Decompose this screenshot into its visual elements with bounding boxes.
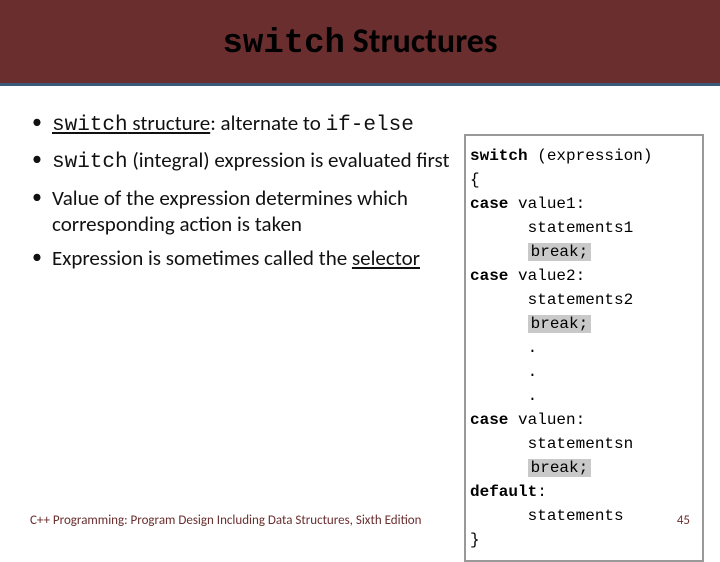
title-mono: switch	[223, 25, 345, 63]
bullet-text: structure	[128, 110, 211, 136]
code-box: switch (expression) { case value1: state…	[464, 134, 704, 562]
code-line: case value2:	[470, 264, 692, 288]
code-highlight: break;	[528, 243, 592, 261]
bullet-item: Value of the expression determines which…	[30, 185, 450, 238]
code-text: (expression)	[528, 147, 653, 165]
code-line: break;	[470, 240, 692, 264]
bullet-text: selector	[352, 245, 420, 271]
code-line: switch (expression)	[470, 144, 692, 168]
title-rest: Structures	[345, 21, 498, 62]
bullet-text: Value of the expression determines which…	[52, 185, 408, 237]
code-text: value2:	[508, 267, 585, 285]
code-keyword: case	[470, 267, 508, 285]
title-bar: switch Structures	[0, 0, 720, 86]
code-highlight: break;	[528, 459, 592, 477]
bullet-item: switch (integral) expression is evaluate…	[30, 147, 450, 176]
bullet-item: Expression is sometimes called the selec…	[30, 245, 450, 271]
code-line: statementsn	[470, 432, 692, 456]
code-line: {	[470, 168, 692, 192]
bullet-text: Expression is sometimes called the	[52, 245, 352, 271]
code-line: break;	[470, 312, 692, 336]
code-line: .	[470, 360, 692, 384]
bullet-text: if-else	[326, 114, 414, 137]
code-keyword: default	[470, 483, 537, 501]
code-highlight: break;	[528, 315, 592, 333]
code-text: valuen:	[508, 411, 585, 429]
bullet-text: switch	[52, 114, 128, 137]
code-text: :	[537, 483, 547, 501]
code-line: }	[470, 528, 692, 552]
code-line: .	[470, 384, 692, 408]
code-text: value1:	[508, 195, 585, 213]
bullet-text: (integral) expression is evaluated first	[128, 147, 450, 173]
footer-text: C++ Programming: Program Design Includin…	[30, 513, 422, 528]
code-keyword: case	[470, 411, 508, 429]
bullet-text: : alternate to	[210, 110, 325, 136]
bullet-text: switch	[52, 151, 128, 174]
code-line: statements1	[470, 216, 692, 240]
bullet-item: switch structure: alternate to if-else	[30, 110, 450, 139]
code-line: .	[470, 336, 692, 360]
code-line: case value1:	[470, 192, 692, 216]
footer: C++ Programming: Program Design Includin…	[0, 513, 720, 528]
code-keyword: switch	[470, 147, 528, 165]
page-number: 45	[677, 513, 690, 528]
code-line: default:	[470, 480, 692, 504]
code-keyword: case	[470, 195, 508, 213]
slide-title: switch Structures	[223, 21, 498, 63]
bullet-list: switch structure: alternate to if-else s…	[30, 110, 450, 279]
code-line: statements2	[470, 288, 692, 312]
code-line: break;	[470, 456, 692, 480]
code-line: case valuen:	[470, 408, 692, 432]
